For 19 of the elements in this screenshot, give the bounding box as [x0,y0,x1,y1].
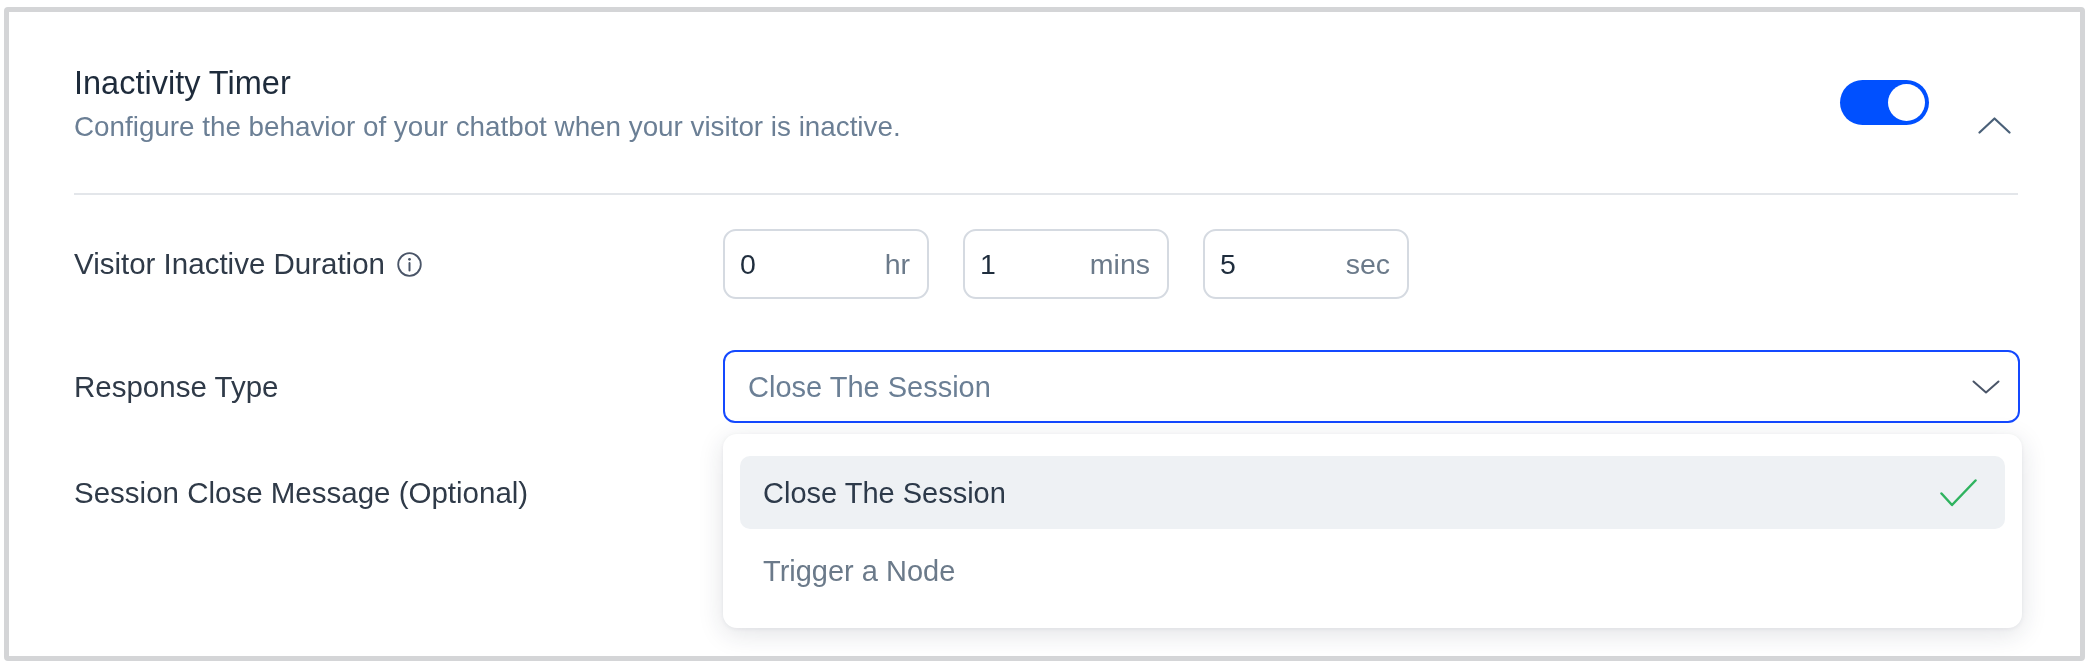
number-field[interactable]: 0 hr [723,229,929,299]
field-label: Response Type [74,368,279,405]
unit-label: mins [1089,247,1150,281]
unit-label: sec [1345,247,1390,281]
field-label: Session Close Message (Optional) [74,475,529,511]
dropdown-option[interactable]: Close The Session [740,456,2005,529]
chevron-down-icon [1972,379,2000,394]
check-icon [1940,478,1977,507]
chevron-up-icon[interactable] [1978,117,2011,134]
toggle-switch[interactable] [1840,80,1929,125]
number-field[interactable]: 5 sec [1203,229,1409,299]
field-label: Visitor Inactive Duration [74,246,385,282]
section-title: Inactivity Timer [74,64,291,103]
info-icon[interactable] [397,251,422,277]
select-field[interactable]: Close The Session [723,350,2020,423]
number-field[interactable]: 1 mins [963,229,1169,299]
section-description: Configure the behavior of your chatbot when your visitor is inactive. [74,110,901,144]
dropdown-option[interactable]: Trigger a Node [740,534,2005,607]
unit-label: hr [884,247,910,281]
